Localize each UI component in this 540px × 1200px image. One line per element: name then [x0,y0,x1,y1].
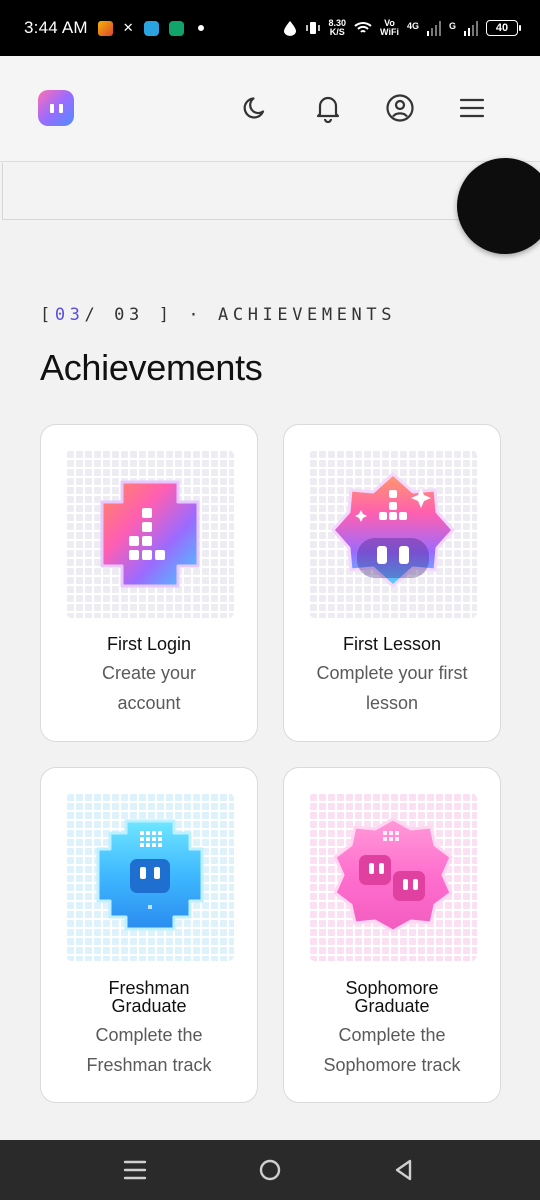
page-title: Achievements [40,347,263,388]
achievement-description: Complete the Freshman track [51,1020,247,1080]
battery-level: 40 [495,22,509,34]
vowifi-bottom: WiFi [380,27,399,37]
sparkle-face-badge [309,450,477,618]
vowifi-label: Vo WiFi [380,19,399,37]
bell-icon[interactable] [312,92,344,124]
achievement-title: First Lesson [342,634,442,654]
section-label-current: 03 [54,305,85,325]
speed-unit: K/S [329,27,345,37]
description-line-1: Create your [101,663,197,683]
moon-icon[interactable] [240,92,272,124]
achievement-description: Create your account [51,658,247,718]
signal-icon-2 [464,21,478,36]
floating-action-button[interactable] [457,158,540,254]
battery-icon: 40 [486,20,521,36]
achievement-description: Complete the Sophomore track [294,1020,490,1080]
section-label: [03/ 03 ] · ACHIEVEMENTS [40,305,396,325]
home-icon[interactable] [256,1156,284,1184]
pink-blue-cross-badge [66,450,234,618]
blue-face-badge [66,793,234,961]
menu-icon[interactable] [456,92,488,124]
kc-app-icon [168,20,184,36]
notification-dot-icon [197,25,204,31]
data-saver-icon [283,21,296,36]
title-line-2: Graduate [354,996,430,1016]
achievement-card-freshman-graduate[interactable]: Freshman Graduate Complete the Freshman tr… [40,767,258,1103]
vibrate-icon [305,22,320,34]
section-label-rest: / 03 ] · ACHIEVEMENTS [84,305,397,325]
net-g-label: G [448,21,456,31]
achievement-description: Complete your first lesson [294,658,490,718]
description-line-2: Sophomore track [323,1055,461,1075]
achievement-card-first-lesson[interactable]: First Lesson Complete your first lesson [283,424,501,742]
description-line-2: account [117,693,181,713]
pink-double-face-badge [309,793,477,961]
wifi-icon [354,22,372,33]
section-label-open: [ [40,305,55,325]
description-line-2: lesson [365,693,419,713]
signal-icon [426,21,441,36]
app-header [0,56,540,162]
achievement-card-first-login[interactable]: First Login Create your account [40,424,258,742]
title-line-2: Graduate [111,996,187,1016]
network-speed: 8.30 K/S [329,19,347,37]
recent-apps-icon[interactable] [121,1156,149,1184]
status-time: 3:44 AM [24,18,88,37]
achievement-title: Sophomore Graduate [292,979,492,1015]
description-line-1: Complete your first [316,663,468,683]
status-right: 8.30 K/S Vo WiFi 4G G 40 [283,19,521,37]
back-icon[interactable] [390,1156,418,1184]
user-icon[interactable] [384,92,416,124]
achievement-title: First Login [106,634,192,654]
description-line-2: Freshman track [86,1055,212,1075]
title-line-1: Sophomore [345,978,439,998]
x-app-icon: ✕ [122,20,134,35]
office-app-icon [97,20,113,36]
achievement-card-sophomore-graduate[interactable]: Sophomore Graduate Complete the Sophomore … [283,767,501,1103]
status-bar: 3:44 AM ✕ 8.30 K/S Vo WiFi 4G G 40 [0,0,540,56]
title-line-1: Freshman [108,978,190,998]
system-nav-bar [0,1140,540,1200]
app-logo[interactable] [38,90,74,126]
net-4g-label: 4G [406,21,419,31]
description-line-1: Complete the [338,1025,446,1045]
achievement-title: Freshman Graduate [49,979,249,1015]
status-left: 3:44 AM ✕ [24,18,204,38]
telegram-app-icon [143,20,159,36]
description-line-1: Complete the [95,1025,203,1045]
